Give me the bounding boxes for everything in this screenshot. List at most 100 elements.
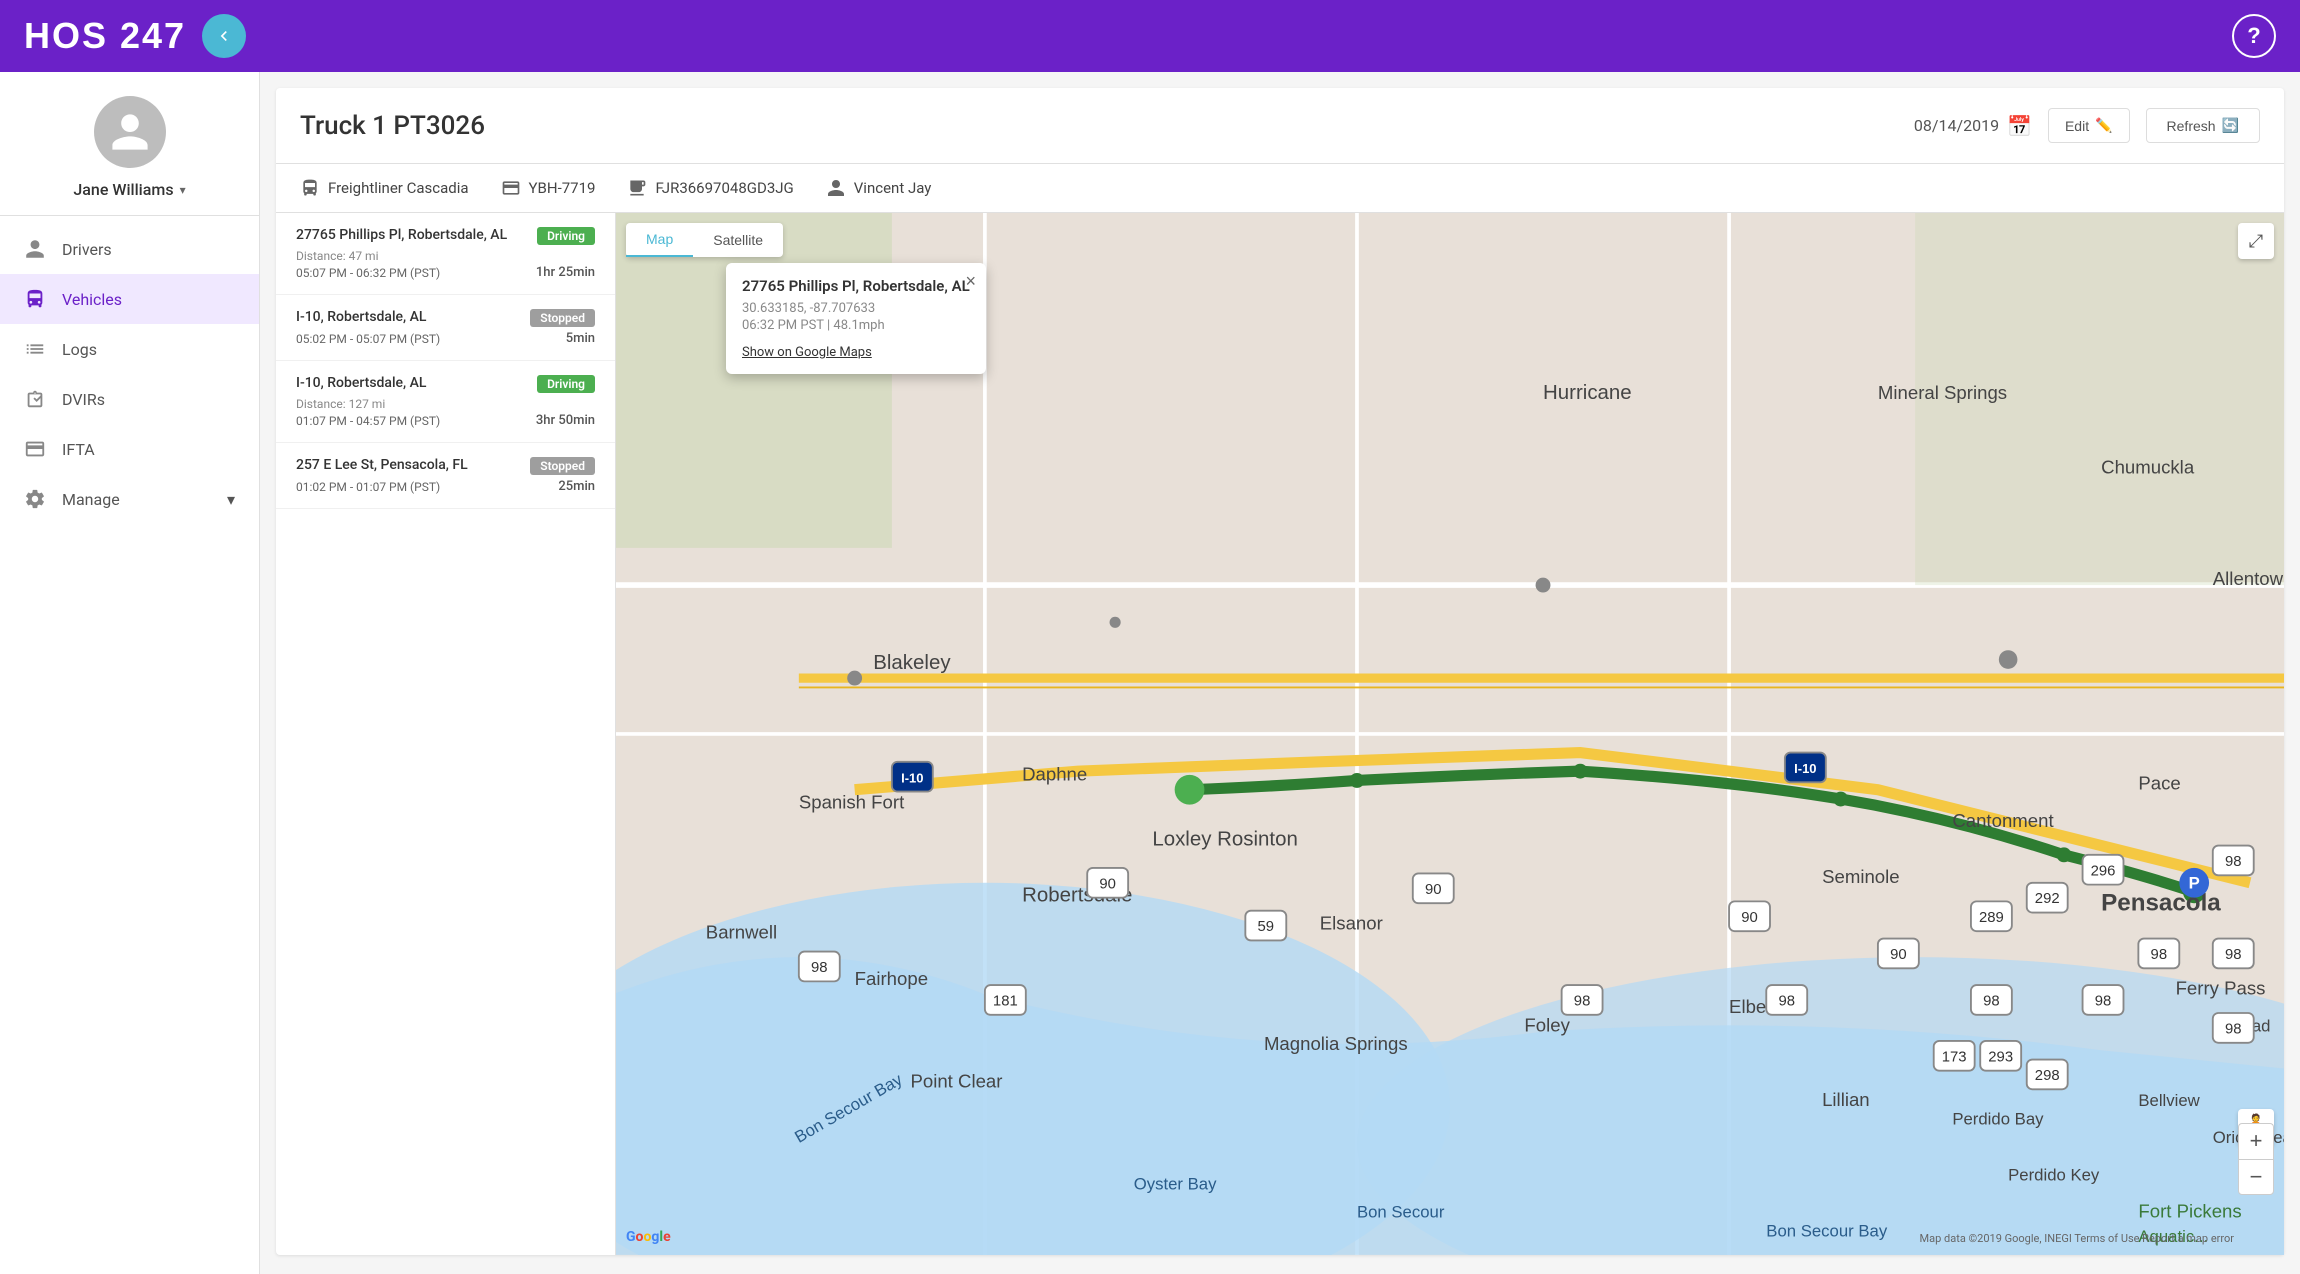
- sidebar-item-dvirs[interactable]: DVIRs: [0, 374, 259, 424]
- username[interactable]: Jane Williams ▾: [73, 180, 185, 199]
- date-display: 08/14/2019 📅: [1914, 114, 2032, 138]
- back-button[interactable]: [202, 14, 246, 58]
- svg-text:Mineral Springs: Mineral Springs: [1878, 382, 2007, 403]
- app-header: HOS 247 ?: [0, 0, 2300, 72]
- refresh-button[interactable]: Refresh 🔄: [2146, 108, 2260, 143]
- svg-text:Bon Secour Bay: Bon Secour Bay: [1766, 1221, 1888, 1240]
- sidebar-drivers-label: Drivers: [62, 240, 112, 259]
- header-actions: 08/14/2019 📅 Edit ✏️ Refresh 🔄: [1914, 108, 2260, 143]
- svg-text:293: 293: [1988, 1049, 2013, 1065]
- refresh-label: Refresh: [2167, 118, 2216, 134]
- svg-text:90: 90: [1741, 910, 1758, 926]
- trip-duration: 5min: [566, 331, 595, 346]
- trip-item[interactable]: 257 E Lee St, Pensacola, FL Stopped 01:0…: [276, 443, 615, 509]
- trip-times: 05:07 PM - 06:32 PM (PST): [296, 266, 440, 280]
- fullscreen-button[interactable]: ⤢: [2238, 223, 2274, 259]
- edit-button[interactable]: Edit ✏️: [2048, 108, 2130, 143]
- sidebar-item-ifta[interactable]: IFTA: [0, 424, 259, 474]
- truck-plate-info: YBH-7719: [501, 178, 596, 198]
- sidebar-manage-label: Manage: [62, 490, 120, 509]
- svg-text:98: 98: [1778, 994, 1795, 1010]
- content-area: 27765 Phillips Pl, Robertsdale, AL Drivi…: [276, 213, 2284, 1255]
- truck-model: Freightliner Cascadia: [328, 179, 469, 197]
- svg-text:Fairhope: Fairhope: [855, 968, 928, 989]
- sidebar-item-manage[interactable]: Manage ▾: [0, 474, 259, 524]
- chevron-down-icon: ▾: [180, 183, 186, 197]
- manage-chevron-icon: ▾: [227, 490, 235, 509]
- truck-model-info: Freightliner Cascadia: [300, 178, 469, 198]
- svg-text:Hurricane: Hurricane: [1543, 381, 1632, 404]
- svg-text:98: 98: [811, 960, 828, 976]
- trip-times: 01:07 PM - 04:57 PM (PST): [296, 414, 440, 428]
- sidebar-item-vehicles[interactable]: Vehicles: [0, 274, 259, 324]
- svg-text:296: 296: [2091, 863, 2116, 879]
- svg-text:I-10: I-10: [1794, 761, 1816, 776]
- map-tab-map[interactable]: Map: [626, 223, 693, 257]
- map-tab-satellite[interactable]: Satellite: [693, 223, 783, 257]
- svg-text:Foley: Foley: [1524, 1015, 1570, 1036]
- trip-location: 257 E Lee St, Pensacola, FL: [296, 457, 530, 473]
- svg-text:Magnolia Springs: Magnolia Springs: [1264, 1033, 1408, 1054]
- trip-location: I-10, Robertsdale, AL: [296, 375, 537, 391]
- map-area: Blakeley Daphne Loxley Rosinton Robertsd…: [616, 213, 2284, 1255]
- svg-text:Lillian: Lillian: [1822, 1089, 1870, 1110]
- map-zoom-controls: + −: [2238, 1123, 2274, 1195]
- driver-name: Vincent Jay: [854, 179, 932, 197]
- svg-text:Bellview: Bellview: [2138, 1091, 2200, 1110]
- svg-text:I-10: I-10: [901, 770, 923, 785]
- truck-id-info: FJR36697048GD3JG: [627, 178, 793, 198]
- sidebar-logs-label: Logs: [62, 340, 97, 359]
- truck-plate: YBH-7719: [529, 179, 596, 197]
- svg-text:Loxley Rosinton: Loxley Rosinton: [1152, 828, 1298, 851]
- svg-text:90: 90: [1890, 947, 1907, 963]
- svg-text:Perdido Bay: Perdido Bay: [1952, 1110, 2044, 1129]
- trip-item[interactable]: I-10, Robertsdale, AL Driving Distance: …: [276, 361, 615, 443]
- main-content: Truck 1 PT3026 08/14/2019 📅 Edit ✏️ Refr…: [260, 72, 2300, 1274]
- trip-times: 05:02 PM - 05:07 PM (PST): [296, 332, 440, 346]
- edit-icon: ✏️: [2095, 117, 2112, 134]
- svg-text:298: 298: [2035, 1068, 2060, 1084]
- help-button[interactable]: ?: [2232, 14, 2276, 58]
- svg-text:173: 173: [1942, 1049, 1967, 1065]
- zoom-in-button[interactable]: +: [2238, 1123, 2274, 1159]
- sidebar-ifta-label: IFTA: [62, 440, 95, 459]
- bus-icon: [300, 178, 320, 198]
- svg-text:Daphne: Daphne: [1022, 763, 1087, 784]
- google-maps-link[interactable]: Show on Google Maps: [742, 345, 872, 360]
- svg-text:90: 90: [1425, 882, 1442, 898]
- popup-close-button[interactable]: ×: [965, 271, 976, 292]
- trip-duration: 3hr 50min: [536, 413, 595, 428]
- map-attribution: Map data ©2019 Google, INEGI Terms of Us…: [1920, 1232, 2234, 1245]
- trip-location: 27765 Phillips Pl, Robertsdale, AL: [296, 227, 537, 243]
- svg-text:98: 98: [2225, 947, 2242, 963]
- svg-text:Allentown: Allentown: [2213, 568, 2284, 589]
- trip-duration: 25min: [558, 479, 595, 494]
- svg-text:98: 98: [2225, 854, 2242, 870]
- avatar: [94, 96, 166, 168]
- svg-text:98: 98: [1574, 994, 1591, 1010]
- svg-text:98: 98: [1983, 994, 2000, 1010]
- truck-id-code: FJR36697048GD3JG: [655, 179, 793, 197]
- svg-text:98: 98: [2151, 947, 2168, 963]
- page-header: Truck 1 PT3026 08/14/2019 📅 Edit ✏️ Refr…: [276, 88, 2284, 164]
- zoom-out-button[interactable]: −: [2238, 1159, 2274, 1195]
- trip-item[interactable]: 27765 Phillips Pl, Robertsdale, AL Drivi…: [276, 213, 615, 295]
- svg-text:292: 292: [2035, 891, 2060, 907]
- svg-text:P: P: [2189, 873, 2200, 892]
- popup-info: 06:32 PM PST | 48.1mph: [742, 318, 970, 333]
- sidebar-item-drivers[interactable]: Drivers: [0, 224, 259, 274]
- page-container: Truck 1 PT3026 08/14/2019 📅 Edit ✏️ Refr…: [276, 88, 2284, 1255]
- trip-distance: Distance: 127 mi: [296, 397, 595, 411]
- driver-icon: [826, 178, 846, 198]
- svg-text:Fort Pickens: Fort Pickens: [2138, 1201, 2241, 1222]
- edit-label: Edit: [2065, 118, 2089, 134]
- trip-item[interactable]: I-10, Robertsdale, AL Stopped 05:02 PM -…: [276, 295, 615, 361]
- svg-text:Spanish Fort: Spanish Fort: [799, 791, 905, 812]
- sidebar-item-logs[interactable]: Logs: [0, 324, 259, 374]
- plate-icon: [501, 178, 521, 198]
- svg-text:Barnwell: Barnwell: [706, 922, 777, 943]
- stopped-badge: Stopped: [530, 309, 595, 327]
- svg-text:Bon Secour: Bon Secour: [1357, 1203, 1445, 1222]
- page-title: Truck 1 PT3026: [300, 111, 485, 141]
- trip-times: 01:02 PM - 01:07 PM (PST): [296, 480, 440, 494]
